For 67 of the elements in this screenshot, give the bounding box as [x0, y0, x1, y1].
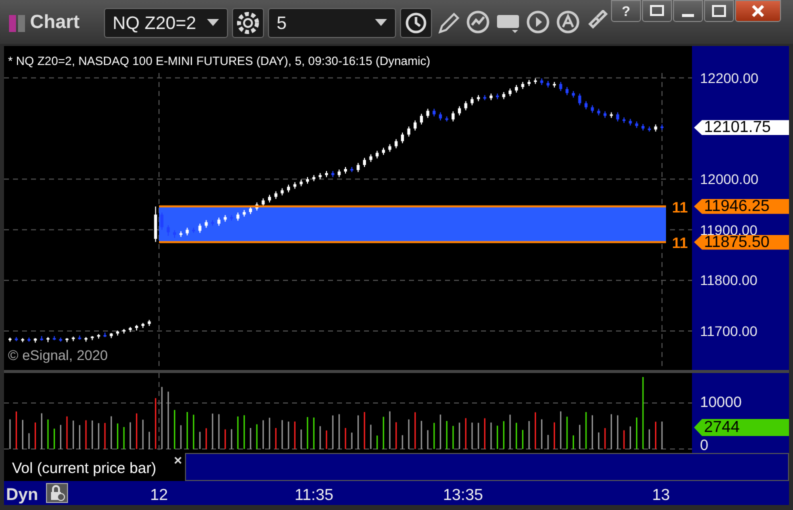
price-marker: 12101.75 [694, 120, 789, 136]
candlestick [616, 112, 620, 122]
level-label: 11 [672, 235, 688, 252]
candlestick [394, 138, 398, 149]
candlestick [362, 157, 366, 168]
maximize-icon [712, 5, 726, 17]
candlestick [464, 100, 468, 111]
price-tick: 12000.00 [700, 172, 758, 186]
chart-header: * NQ Z20=2, NASDAQ 100 E-MINI FUTURES (DAY), 5, 09:30-16:15 (Dynamic) [8, 54, 430, 68]
copyright-text: © eSignal, 2020 [8, 347, 108, 363]
window-menu-icon [650, 5, 664, 17]
lock-icon [49, 485, 65, 501]
caret-icon [374, 19, 387, 27]
clock-icon [404, 11, 428, 35]
level-label: 11 [672, 199, 688, 216]
price-marker: 11875.50 [694, 234, 789, 250]
candlestick [400, 132, 404, 144]
candlestick [420, 113, 423, 125]
play-icon [526, 10, 552, 36]
minimize-button[interactable] [673, 0, 703, 22]
candlestick [452, 110, 455, 122]
scale-mode-label: Dyn [6, 484, 38, 506]
candlestick [198, 223, 202, 234]
price-tick: 12200.00 [700, 70, 758, 85]
close-icon [751, 5, 765, 17]
time-label: 13 [652, 486, 670, 506]
settings-icon [236, 11, 260, 35]
caret-icon [206, 19, 219, 27]
settings-button[interactable] [232, 8, 264, 38]
study-legend: Vol (current price bar) [12, 460, 156, 477]
candlestick [426, 108, 430, 118]
symbol-dropdown[interactable]: NQ Z20=2 [104, 8, 228, 38]
interval-dropdown[interactable]: 5 [268, 8, 396, 38]
pencil-icon [436, 10, 462, 36]
draw-button[interactable] [436, 10, 462, 36]
candlestick [559, 81, 562, 92]
logo-icon [8, 13, 26, 33]
volume-marker: 2744 [694, 419, 789, 436]
candlestick [407, 126, 410, 138]
lock-button[interactable] [46, 483, 68, 503]
study-button[interactable] [466, 10, 492, 36]
close-button[interactable]: × [174, 453, 182, 467]
time-button[interactable] [400, 8, 432, 38]
help-button[interactable]: ? [611, 0, 641, 22]
time-label: 12 [150, 486, 168, 506]
circled-a-icon [556, 10, 582, 36]
volume-tick: 10000 [700, 395, 742, 411]
price-tick: 11900.00 [700, 222, 758, 237]
window-title: Chart [30, 10, 80, 35]
line-chart-icon [466, 10, 492, 36]
candlestick [578, 93, 582, 106]
price-tick: 11700.00 [700, 324, 758, 338]
time-label: 13:35 [442, 486, 484, 506]
time-label: 11:35 [294, 486, 334, 506]
candlestick [458, 106, 461, 116]
price-marker: 11946.25 [694, 198, 789, 214]
alert-button[interactable] [556, 10, 582, 36]
candlestick [160, 212, 164, 230]
maximize-button[interactable] [704, 0, 734, 22]
minimize-icon [682, 14, 694, 16]
close-button[interactable] [735, 0, 781, 22]
window-menu-button[interactable] [642, 0, 672, 22]
candlestick [414, 120, 417, 132]
price-tick: 11800.00 [700, 273, 758, 288]
play-button[interactable] [526, 10, 552, 36]
volume-tick: 0 [700, 438, 708, 454]
candlestick [356, 162, 360, 173]
